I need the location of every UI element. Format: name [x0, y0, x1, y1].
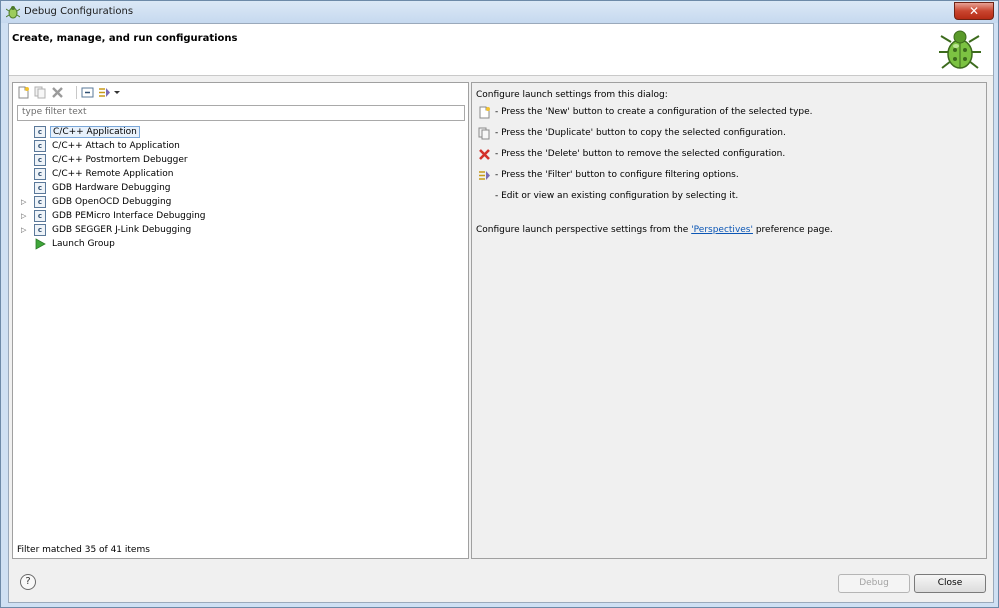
- tree-item[interactable]: c C/C++ Postmortem Debugger: [13, 153, 468, 167]
- perspectives-prefix: Configure launch perspective settings fr…: [476, 225, 692, 235]
- banner-title: Create, manage, and run configurations: [12, 33, 238, 44]
- tree-item-label: C/C++ Application: [50, 126, 140, 138]
- dialog-window: Debug Configurations ✕ Create, manage, a…: [0, 0, 999, 608]
- filter-icon: [479, 171, 490, 180]
- tree-item[interactable]: c C/C++ Attach to Application: [13, 139, 468, 153]
- c-app-icon: c: [34, 224, 46, 236]
- configurations-panel: type filter text c C/C++ Application c C…: [12, 82, 469, 559]
- debug-button[interactable]: Debug: [838, 574, 910, 593]
- configurations-toolbar: [13, 83, 468, 103]
- tree-item-label: GDB OpenOCD Debugging: [52, 197, 172, 207]
- info-row-text: - Press the 'New' button to create a con…: [495, 107, 813, 117]
- tree-item-label: GDB Hardware Debugging: [52, 183, 171, 193]
- perspectives-suffix: preference page.: [752, 225, 833, 235]
- tree-item-label: GDB PEMicro Interface Debugging: [52, 211, 206, 221]
- dialog-content: Create, manage, and run configurations t…: [8, 23, 994, 603]
- toolbar-separator: [76, 86, 77, 99]
- tree-item[interactable]: c GDB Hardware Debugging: [13, 181, 468, 195]
- filter-input[interactable]: type filter text: [17, 105, 465, 121]
- info-row: - Press the 'Duplicate' button to copy t…: [476, 127, 976, 141]
- header-banner: Create, manage, and run configurations: [9, 24, 993, 76]
- title-bar[interactable]: Debug Configurations ✕: [1, 1, 998, 23]
- tree-item[interactable]: ▷ c GDB SEGGER J-Link Debugging: [13, 223, 468, 237]
- window-close-button[interactable]: ✕: [954, 2, 994, 20]
- c-app-icon: c: [34, 210, 46, 222]
- filter-status: Filter matched 35 of 41 items: [17, 545, 150, 555]
- expand-arrow-icon[interactable]: ▷: [21, 225, 29, 235]
- window-title: Debug Configurations: [24, 6, 134, 17]
- tree-item[interactable]: ▷ c GDB PEMicro Interface Debugging: [13, 209, 468, 223]
- c-app-icon: c: [34, 154, 46, 166]
- tree-item[interactable]: ▷ c GDB OpenOCD Debugging: [13, 195, 468, 209]
- duplicate-icon: [478, 127, 490, 140]
- tree-item[interactable]: Launch Group: [13, 237, 468, 251]
- tree-item-label: C/C++ Remote Application: [52, 169, 174, 179]
- tree-item-label: C/C++ Attach to Application: [52, 141, 180, 151]
- perspectives-link[interactable]: 'Perspectives': [691, 225, 753, 235]
- info-row-text: - Press the 'Delete' button to remove th…: [495, 149, 786, 159]
- expand-arrow-icon[interactable]: ▷: [21, 197, 29, 207]
- info-row-text: - Press the 'Duplicate' button to copy t…: [495, 128, 786, 138]
- info-row: - Edit or view an existing configuration…: [476, 190, 976, 204]
- filter-icon[interactable]: [98, 86, 111, 99]
- info-intro: Configure launch settings from this dial…: [476, 90, 668, 100]
- delete-icon[interactable]: [51, 86, 64, 99]
- tree-item[interactable]: c C/C++ Application: [13, 125, 468, 139]
- help-icon[interactable]: ?: [20, 574, 36, 590]
- dropdown-arrow-icon[interactable]: [113, 86, 121, 99]
- c-app-icon: c: [34, 126, 46, 138]
- new-configuration-icon[interactable]: [17, 86, 30, 99]
- bug-icon: [939, 30, 981, 69]
- close-icon: ✕: [968, 4, 980, 18]
- tree-item[interactable]: c C/C++ Remote Application: [13, 167, 468, 181]
- tree-item-label: Launch Group: [52, 239, 115, 249]
- tree-item-label: C/C++ Postmortem Debugger: [52, 155, 188, 165]
- expand-arrow-icon[interactable]: ▷: [21, 211, 29, 221]
- delete-icon: [479, 149, 490, 160]
- info-row: - Press the 'Filter' button to configure…: [476, 169, 976, 183]
- perspectives-text: Configure launch perspective settings fr…: [476, 225, 833, 235]
- debug-app-icon: [6, 6, 20, 19]
- new-icon: [479, 106, 490, 119]
- launch-group-icon: [35, 238, 46, 250]
- c-app-icon: c: [34, 196, 46, 208]
- info-panel: Configure launch settings from this dial…: [471, 82, 987, 559]
- c-app-icon: c: [34, 182, 46, 194]
- info-row-text: - Press the 'Filter' button to configure…: [495, 170, 739, 180]
- tree-item-label: GDB SEGGER J-Link Debugging: [52, 225, 192, 235]
- c-app-icon: c: [34, 168, 46, 180]
- info-row: - Press the 'Delete' button to remove th…: [476, 148, 976, 162]
- duplicate-icon[interactable]: [34, 86, 47, 99]
- close-button[interactable]: Close: [914, 574, 986, 593]
- info-row-text: - Edit or view an existing configuration…: [495, 191, 739, 201]
- info-row: - Press the 'New' button to create a con…: [476, 106, 976, 120]
- collapse-all-icon[interactable]: [81, 86, 94, 99]
- c-app-icon: c: [34, 140, 46, 152]
